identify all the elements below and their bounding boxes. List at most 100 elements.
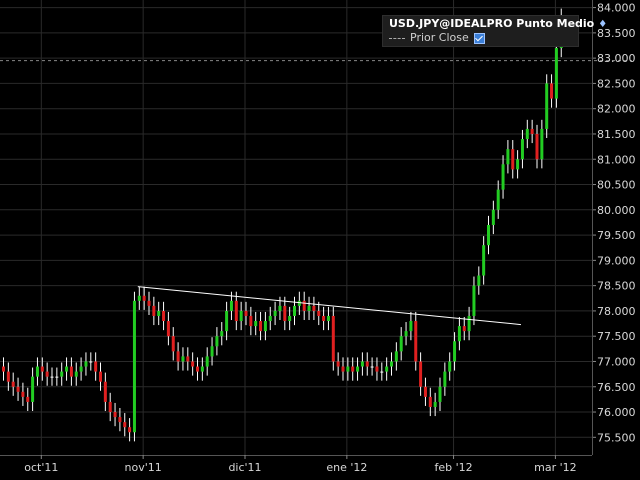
legend-box[interactable]: USD.JPY@IDEALPRO Punto Medio ♦ Prior Clos… — [382, 15, 607, 47]
candle-body — [65, 366, 69, 372]
candle-body — [123, 422, 127, 428]
candle-body — [491, 209, 495, 225]
x-tick-label: dic'11 — [228, 461, 261, 474]
candle-body — [259, 321, 263, 332]
candle-body — [118, 417, 122, 423]
candle-body — [166, 321, 170, 337]
legend-prior-close[interactable]: Prior Close — [389, 31, 485, 44]
y-tick-label: 80.000 — [597, 204, 636, 217]
candle-body — [132, 300, 136, 433]
candle-body — [351, 366, 355, 372]
candle-body — [2, 366, 5, 372]
candle-body — [21, 391, 25, 397]
candle-body — [162, 310, 166, 322]
candle-body — [414, 321, 418, 362]
candle-body — [11, 381, 15, 387]
y-tick-label: 78.000 — [597, 305, 636, 318]
candle-body — [191, 361, 195, 367]
candle-body — [443, 371, 447, 387]
candle-body — [370, 366, 374, 368]
candle-body — [293, 305, 296, 316]
x-tick-label: mar '12 — [534, 461, 577, 474]
candle-body — [55, 376, 59, 378]
candle-body — [128, 427, 132, 433]
candle-body — [487, 224, 490, 246]
candle-body — [423, 386, 427, 397]
candle-body — [326, 315, 330, 322]
candle-body — [545, 83, 549, 129]
candle-body — [50, 376, 54, 378]
axis-layer: 84.00083.50083.00082.50082.00081.50081.0… — [0, 0, 636, 474]
y-tick-label: 79.500 — [597, 229, 636, 242]
candle-body — [249, 315, 253, 327]
dashed-line-icon — [389, 37, 405, 39]
candle-body — [360, 361, 364, 367]
candle-body — [113, 412, 117, 418]
candle-body — [244, 310, 248, 316]
candle-body — [176, 351, 180, 362]
prior-close-label: Prior Close — [410, 31, 469, 44]
candle-body — [477, 275, 481, 286]
candle-body — [482, 245, 486, 276]
y-tick-label: 77.500 — [597, 330, 636, 343]
candle-body — [99, 371, 102, 382]
candle-body — [530, 128, 534, 134]
candle-body — [35, 366, 39, 377]
candle-body — [390, 361, 393, 367]
y-tick-label: 76.500 — [597, 381, 636, 394]
legend-title: USD.JPY@IDEALPRO Punto Medio ♦ — [389, 17, 607, 30]
candle-body — [462, 326, 466, 332]
x-tick-label: ene '12 — [326, 461, 367, 474]
candle-body — [103, 381, 107, 402]
candle-body — [288, 315, 292, 322]
candle-body — [220, 331, 224, 337]
candle-body — [380, 371, 384, 373]
candle-body — [6, 371, 10, 382]
candle-body — [356, 366, 360, 372]
candle-body — [438, 386, 442, 402]
candle-body — [331, 315, 335, 362]
y-tick-label: 76.000 — [597, 406, 636, 419]
candle-body — [409, 321, 413, 332]
candle-body — [186, 356, 190, 362]
pin-icon[interactable]: ♦ — [598, 19, 607, 30]
candle-body — [31, 376, 35, 402]
candle-body — [385, 366, 389, 372]
candle-body — [457, 326, 461, 342]
candle-body — [254, 321, 258, 327]
checkbox-icon[interactable] — [473, 32, 485, 44]
candle-body — [554, 48, 558, 99]
candle-body — [550, 83, 554, 99]
legend-title-text: USD.JPY@IDEALPRO Punto Medio — [389, 17, 595, 30]
candlestick-chart: 84.000 83.500 83.000 82.500 82.000 81.500 81.0… — [0, 0, 640, 480]
candle-body — [79, 366, 83, 372]
candle-body — [142, 295, 146, 301]
candle-body — [404, 331, 408, 337]
candle-body — [278, 305, 282, 311]
candle-body — [171, 336, 175, 352]
candle-body — [74, 371, 78, 377]
candle-body — [283, 305, 287, 322]
candle-body — [137, 295, 141, 301]
candle-body — [89, 361, 93, 363]
candle-body — [108, 401, 112, 413]
candle-body — [181, 356, 185, 362]
candle-body — [346, 366, 350, 372]
candle-body — [196, 366, 199, 372]
candle-body — [69, 366, 73, 377]
candle-body — [225, 310, 229, 332]
candle-body — [297, 300, 301, 306]
y-tick-label: 77.000 — [597, 355, 636, 368]
candle-body — [520, 139, 524, 160]
candle-body — [302, 300, 306, 311]
x-tick-label: oct'11 — [24, 461, 58, 474]
candle-body — [336, 361, 340, 367]
chart-canvas: 84.00083.50083.00082.50082.00081.50081.0… — [0, 0, 636, 474]
candle-body — [472, 285, 476, 316]
candle-body — [312, 305, 316, 311]
candle-body — [84, 361, 88, 367]
candle-body — [239, 310, 243, 322]
candle-body — [16, 386, 20, 392]
candle-body — [428, 396, 432, 407]
candle-body — [341, 366, 345, 372]
